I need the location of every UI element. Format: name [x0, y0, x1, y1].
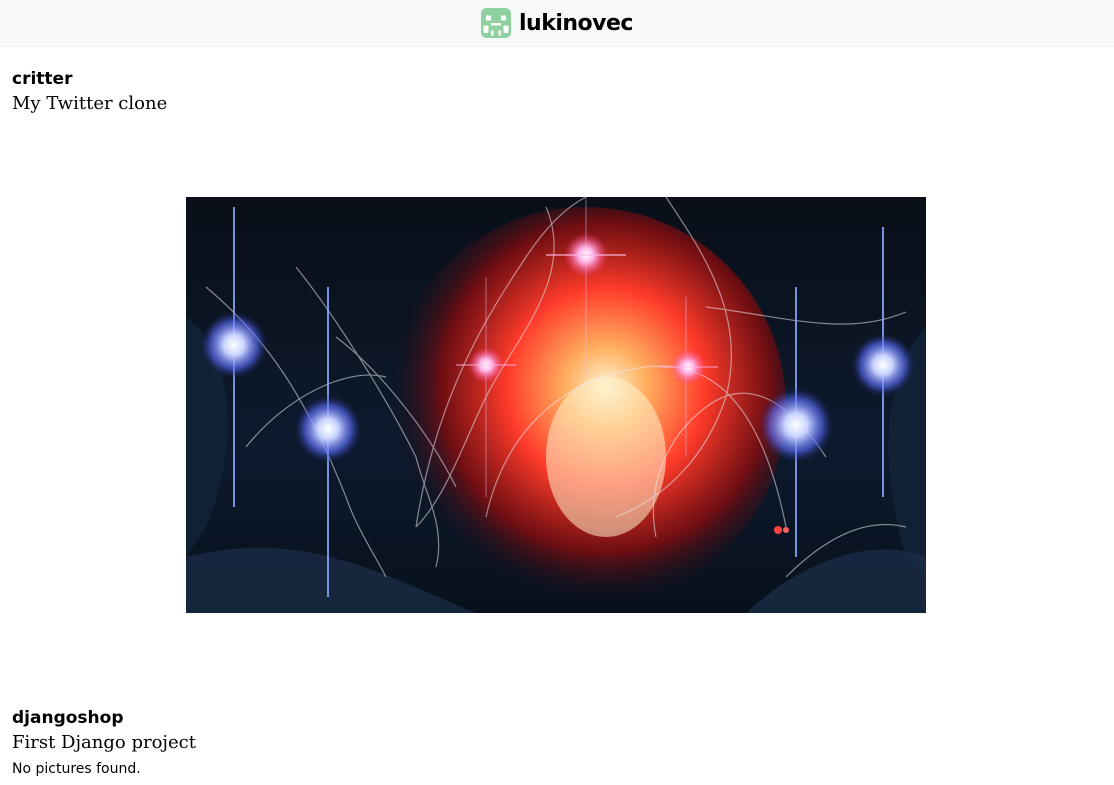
- site-brand-link[interactable]: lukinovec: [481, 8, 633, 38]
- no-pictures-message: No pictures found.: [12, 761, 141, 777]
- project-title-link[interactable]: critter: [12, 68, 1102, 90]
- project-description: First Django project: [12, 732, 196, 753]
- alien-invader-icon: [481, 8, 512, 38]
- project-critter: critter My Twitter clone: [12, 68, 1102, 116]
- project-screenshot-image[interactable]: [186, 197, 926, 613]
- project-djangoshop: djangoshop First Django project No pictu…: [12, 707, 1102, 779]
- project-description: My Twitter clone: [12, 93, 168, 114]
- site-header: lukinovec: [0, 0, 1114, 47]
- site-name: lukinovec: [519, 10, 633, 36]
- project-title-link[interactable]: djangoshop: [12, 707, 1102, 729]
